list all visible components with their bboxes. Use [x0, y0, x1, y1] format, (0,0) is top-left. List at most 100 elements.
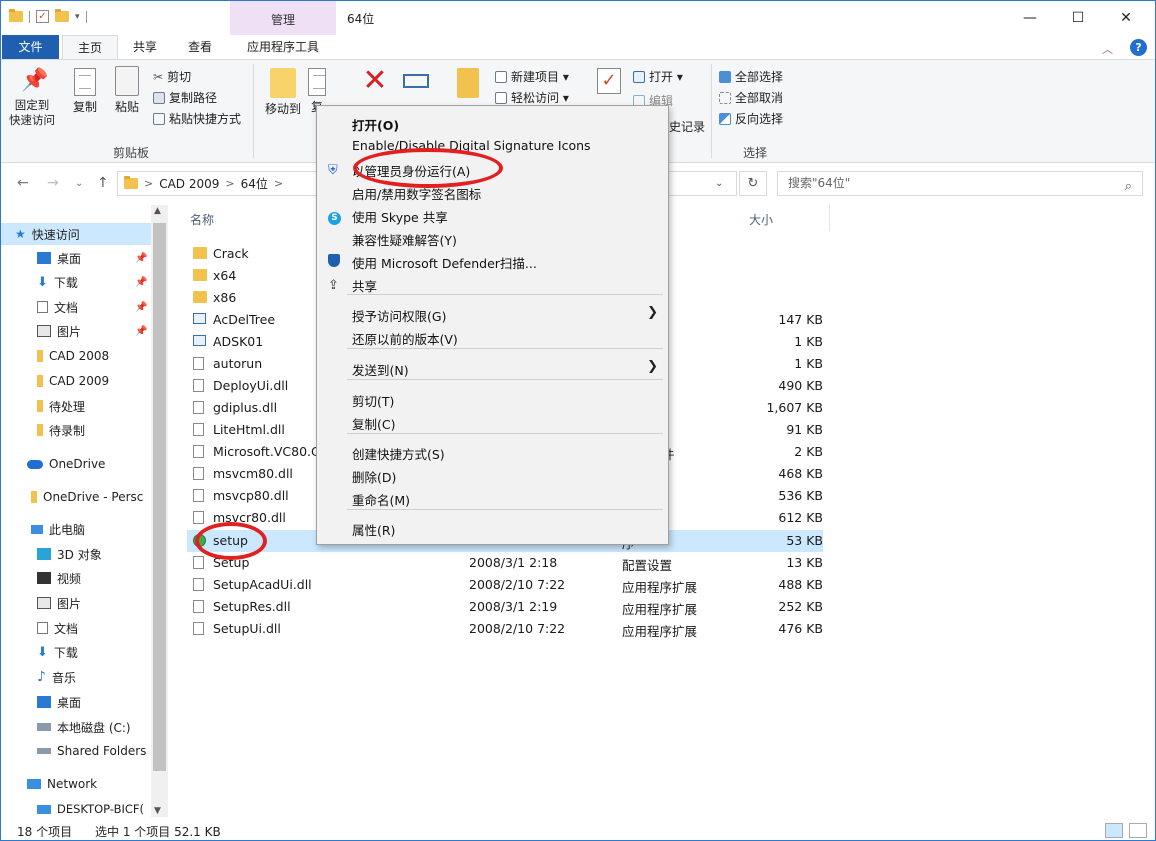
- context-menu-item[interactable]: 兼容性疑难解答(Y): [317, 227, 668, 249]
- file-row[interactable]: SetupUi.dll 2008/2/10 7:22 应用程序扩展 476 KB: [187, 618, 823, 640]
- nav-item-3d-objects[interactable]: 3D 对象: [1, 543, 151, 565]
- nav-item-downloads-pc[interactable]: ⬇ 下载: [1, 641, 151, 663]
- file-row[interactable]: SetupAcadUi.dll 2008/2/10 7:22 应用程序扩展 488 K…: [187, 574, 823, 596]
- paste-button[interactable]: 粘贴: [109, 66, 145, 115]
- context-menu-item[interactable]: 创建快捷方式(S): [317, 441, 668, 463]
- nav-item-cad2008[interactable]: CAD 2008: [1, 345, 151, 367]
- details-view-icon[interactable]: [1105, 823, 1123, 838]
- context-menu-item[interactable]: 授予访问权限(G) ❯: [317, 303, 668, 325]
- context-menu-item[interactable]: 重命名(M): [317, 487, 668, 509]
- back-arrow-icon[interactable]: ←: [17, 175, 29, 191]
- file-size: 13 KB: [786, 555, 823, 570]
- close-button[interactable]: ✕: [1103, 5, 1149, 31]
- tab-view[interactable]: 查看: [176, 35, 224, 59]
- large-icons-view-icon[interactable]: [1129, 823, 1147, 838]
- context-menu-item[interactable]: 剪切(T): [317, 388, 668, 410]
- delete-button[interactable]: ✕: [358, 66, 392, 96]
- nav-item-videos[interactable]: 视频: [1, 567, 151, 589]
- customize-dropdown-icon[interactable]: ▾: [75, 12, 80, 22]
- chevron-down-icon[interactable]: ⌄: [715, 178, 723, 189]
- help-icon[interactable]: ?: [1130, 39, 1147, 56]
- column-divider[interactable]: [829, 205, 830, 231]
- column-header-size[interactable]: 大小: [749, 211, 773, 228]
- context-menu-item[interactable]: 发送到(N) ❯: [317, 357, 668, 379]
- nav-item-cad2009[interactable]: CAD 2009: [1, 370, 151, 392]
- nav-item-pictures[interactable]: 图片 📌: [1, 320, 151, 342]
- tab-app-tools[interactable]: 应用程序工具: [230, 35, 336, 59]
- forward-arrow-icon[interactable]: →: [47, 175, 59, 191]
- chevron-right-icon[interactable]: >: [144, 177, 153, 190]
- scroll-down-icon[interactable]: ▼: [154, 806, 161, 816]
- recent-dropdown-icon[interactable]: ⌄: [75, 178, 83, 189]
- context-menu-item[interactable]: 复制(C): [317, 411, 668, 433]
- nav-onedrive-personal[interactable]: OneDrive - Persc: [1, 486, 151, 508]
- nav-item-shared-folders[interactable]: Shared Folders: [1, 740, 151, 762]
- nav-item-music[interactable]: ♪ 音乐: [1, 666, 151, 688]
- cut-button[interactable]: ✂ 剪切: [153, 68, 191, 85]
- copy-path-button[interactable]: 复制路径: [153, 89, 217, 106]
- nav-item-pending[interactable]: 待处理: [1, 395, 151, 417]
- context-menu-item[interactable]: 删除(D): [317, 464, 668, 486]
- nav-item-to-record[interactable]: 待录制: [1, 419, 151, 441]
- easy-access-button[interactable]: 轻松访问 ▾: [495, 89, 569, 106]
- refresh-button[interactable]: ↻: [739, 171, 767, 196]
- nav-item-pictures-pc[interactable]: 图片: [1, 592, 151, 614]
- manage-label[interactable]: 管理: [230, 11, 336, 28]
- chevron-right-icon[interactable]: >: [225, 177, 234, 190]
- context-menu-item[interactable]: ⇪ 共享: [317, 273, 668, 295]
- file-row[interactable]: Setup 2008/3/1 2:18 配置设置 13 KB: [187, 552, 823, 574]
- breadcrumb-item[interactable]: CAD 2009: [159, 177, 219, 191]
- context-menu-item[interactable]: 还原以前的版本(V): [317, 326, 668, 348]
- properties-button[interactable]: ✓: [597, 68, 623, 94]
- nav-scrollbar-thumb[interactable]: [153, 223, 166, 771]
- select-none-button[interactable]: 全部取消: [719, 89, 783, 106]
- nav-network[interactable]: Network: [1, 773, 151, 795]
- paste-shortcut-button[interactable]: 粘贴快捷方式: [153, 110, 241, 127]
- new-folder-icon[interactable]: [55, 9, 69, 22]
- invert-selection-button[interactable]: 反向选择: [719, 110, 783, 127]
- history-button[interactable]: 史记录: [669, 118, 705, 135]
- open-button[interactable]: 打开 ▾: [633, 68, 683, 85]
- scroll-up-icon[interactable]: ▲: [154, 206, 161, 216]
- tab-file[interactable]: 文件: [2, 35, 59, 59]
- search-input[interactable]: 搜索"64位" ⌕: [777, 171, 1143, 196]
- folder-icon[interactable]: [9, 9, 23, 22]
- nav-item-desktop[interactable]: 桌面 📌: [1, 247, 151, 269]
- pin-quick-access-button[interactable]: 📌 固定到 快速访问: [7, 68, 57, 128]
- nav-item-desktop-host[interactable]: DESKTOP-BICF(: [1, 798, 151, 820]
- select-all-button[interactable]: 全部选择: [719, 68, 783, 85]
- nav-item-documents-pc[interactable]: 文档: [1, 617, 151, 639]
- nav-label: 桌面: [57, 695, 82, 710]
- new-folder-button[interactable]: [453, 68, 483, 98]
- properties-check-icon[interactable]: ✓: [36, 10, 49, 23]
- chevron-right-icon[interactable]: >: [274, 177, 283, 190]
- context-menu-item[interactable]: 属性(R): [317, 517, 668, 539]
- column-header-name[interactable]: 名称: [190, 211, 214, 228]
- tab-share[interactable]: 共享: [121, 35, 169, 59]
- nav-item-downloads[interactable]: ⬇ 下载 📌: [1, 271, 151, 293]
- context-menu-item[interactable]: ⛨ 以管理员身份运行(A): [317, 158, 668, 180]
- tab-home[interactable]: 主页: [62, 35, 118, 59]
- new-item-button[interactable]: 新建项目 ▾: [495, 68, 569, 85]
- nav-onedrive[interactable]: OneDrive: [1, 453, 151, 475]
- nav-item-documents[interactable]: 文档 📌: [1, 296, 151, 318]
- breadcrumb-item[interactable]: 64位: [241, 175, 268, 192]
- move-to-button[interactable]: 移动到: [263, 68, 303, 117]
- file-row[interactable]: SetupRes.dll 2008/3/1 2:19 应用程序扩展 252 KB: [187, 596, 823, 618]
- nav-item-local-disk[interactable]: 本地磁盘 (C:): [1, 716, 151, 738]
- minimize-button[interactable]: —: [1007, 5, 1053, 31]
- nav-quick-access[interactable]: ★ 快速访问: [1, 223, 151, 245]
- context-menu-item[interactable]: 打开(O): [317, 112, 668, 134]
- context-menu-item[interactable]: S 使用 Skype 共享: [317, 204, 668, 226]
- maximize-button[interactable]: ☐: [1055, 5, 1101, 31]
- context-menu-item[interactable]: 使用 Microsoft Defender扫描...: [317, 250, 668, 272]
- rename-button[interactable]: [399, 70, 433, 92]
- move-to-label: 移动到: [264, 102, 301, 116]
- context-menu-item[interactable]: Enable/Disable Digital Signature Icons: [317, 135, 668, 157]
- context-menu-item[interactable]: 启用/禁用数字签名图标: [317, 181, 668, 203]
- copy-button[interactable]: 复制: [67, 68, 103, 115]
- nav-this-pc[interactable]: 此电脑: [1, 518, 151, 540]
- chevron-up-icon[interactable]: ︿: [1102, 41, 1113, 57]
- up-arrow-icon[interactable]: ↑: [97, 175, 109, 191]
- nav-item-desktop-pc[interactable]: 桌面: [1, 691, 151, 713]
